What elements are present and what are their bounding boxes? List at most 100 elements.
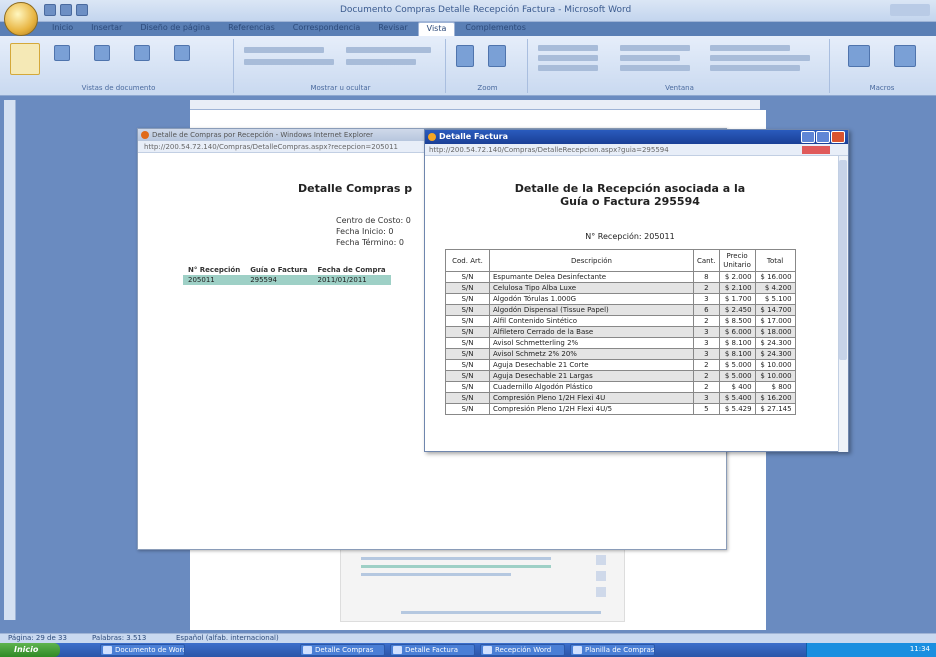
office-button[interactable] [4,2,38,36]
cell-precio: $ 2.100 [718,282,756,294]
cell-precio: $ 8.100 [718,348,756,360]
cell-cant: 3 [693,348,720,360]
tab-correspondencia[interactable]: Correspondencia [285,22,368,36]
full-screen-icon[interactable] [54,45,70,61]
cell-cod-art: S/N [445,271,490,283]
cell-cant: 2 [693,370,720,382]
window-option[interactable] [710,45,790,51]
side-by-side-button[interactable] [620,45,690,51]
taskbar-item[interactable]: Planilla de Compras [570,644,655,656]
cell-precio: $ 2.000 [718,271,756,283]
status-words[interactable]: Palabras: 3.513 [92,634,146,642]
redo-icon[interactable] [76,4,88,16]
cell-precio: $ 8.100 [718,337,756,349]
cell-total: $ 800 [754,381,796,393]
label-fecha-termino: Fecha Término: 0 [336,238,404,247]
cell-cod-art: S/N [445,293,490,305]
tab-revisar[interactable]: Revisar [370,22,415,36]
macros-icon[interactable] [894,45,916,67]
window-controls[interactable] [890,4,930,16]
cell-cod-art: S/N [445,381,490,393]
ribbon-group-mostrar: Mostrar u ocultar [236,39,446,93]
taskbar-item[interactable]: Detalle Compras [300,644,385,656]
window-option[interactable] [710,65,800,71]
web-layout-icon[interactable] [94,45,110,61]
zoom-100-icon[interactable] [488,45,506,67]
checkbox-mapa[interactable] [346,47,431,53]
clock[interactable]: 11:34 [910,645,930,653]
cell-cant: 8 [693,271,720,283]
taskbar-item[interactable]: Documento de Word [100,644,185,656]
zoom-icon[interactable] [456,45,474,67]
scrollbar-thumb[interactable] [839,160,847,360]
taskbar-item[interactable]: Detalle Factura [390,644,475,656]
maximize-icon[interactable] [816,131,830,143]
browser2-titlebar[interactable]: Detalle Factura [425,130,848,144]
status-language[interactable]: Español (alfab. internacional) [176,634,279,642]
checkbox-regla[interactable] [244,47,324,53]
table-row: S/N Alfiletero Cerrado de la Base 3 $ 6.000… [445,326,796,338]
cell-cod-art: S/N [445,392,490,404]
cell-total: $ 5.100 [754,293,796,305]
table-row: S/N Alfil Contenido Sintético 2 $ 8.500 $ 17… [445,315,796,327]
browser-window-detalle-factura[interactable]: Detalle Factura http://200.54.72.140/Com… [424,129,849,452]
new-window-button[interactable] [538,45,598,51]
table-line [401,611,601,614]
close-icon[interactable] [831,131,845,143]
draft-icon[interactable] [174,45,190,61]
save-icon[interactable] [44,4,56,16]
cell-descripcion: Cuadernillo Algodón Plástico [489,381,694,393]
cell-cant: 3 [693,293,720,305]
cell-precio: $ 5.000 [718,359,756,371]
table-line [361,573,511,576]
arrange-button[interactable] [538,55,598,61]
tab-diseno[interactable]: Diseño de página [132,22,218,36]
word-titlebar: Documento Compras Detalle Recepción Fact… [0,0,936,22]
taskbar-item[interactable]: Recepción Word [480,644,565,656]
reset-position-button[interactable] [620,65,690,71]
group-label: Ventana [665,84,694,92]
undo-icon[interactable] [60,4,72,16]
cell-descripcion: Espumante Delea Desinfectante [489,271,694,283]
browser1-table: N° Recepción Guía o Factura Fecha de Com… [183,265,391,285]
tab-insertar[interactable]: Insertar [83,22,130,36]
split-button[interactable] [538,65,598,71]
checkbox-cuadricula[interactable] [244,59,334,65]
cell-total: $ 16.200 [754,392,796,404]
switch-windows-icon[interactable] [848,45,870,67]
table-row: S/N Celulosa Tipo Alba Luxe 2 $ 2.100 $ 4.20… [445,282,796,294]
cell-cant: 3 [693,337,720,349]
table-row: S/N Cuadernillo Algodón Plástico 2 $ 400 $ 8… [445,381,796,393]
detalle-table: Cod. Art. Descripción Cant. Precio Unita… [445,249,796,415]
cell-total: $ 16.000 [754,271,796,283]
outline-icon[interactable] [134,45,150,61]
cell-cod-art: S/N [445,304,490,316]
start-button[interactable]: Inicio [0,643,60,657]
recepcion-number: N° Recepción: 205011 [585,232,675,241]
sync-scroll-button[interactable] [620,55,680,61]
cell-total: $ 27.145 [754,403,796,415]
cell-total: $ 24.300 [754,348,796,360]
table-line [361,565,551,568]
cell-cod-art: S/N [445,326,490,338]
cell-cod-art: S/N [445,337,490,349]
cell-guia[interactable]: 295594 [245,275,313,285]
window-option[interactable] [710,55,810,61]
status-page[interactable]: Página: 29 de 33 [8,634,67,642]
cell-cod-art: S/N [445,403,490,415]
cell-precio: $ 2.450 [718,304,756,316]
tab-referencias[interactable]: Referencias [220,22,283,36]
cell-recepcion[interactable]: 205011 [183,275,246,285]
print-layout-button[interactable] [10,43,40,75]
browser2-address-bar[interactable]: http://200.54.72.140/Compras/DetalleRece… [425,144,848,156]
cell-cant: 2 [693,359,720,371]
minimize-icon[interactable] [801,131,815,143]
tab-inicio[interactable]: Inicio [44,22,81,36]
checkbox-vistas[interactable] [346,59,416,65]
tab-vista[interactable]: Vista [417,22,456,36]
table-row[interactable]: 205011 295594 2011/01/2011 [183,275,391,285]
certificate-error-icon[interactable] [802,146,830,154]
tab-complementos[interactable]: Complementos [457,22,533,36]
browser2-window-controls [801,131,845,143]
table-row: S/N Algodón Tórulas 1.000G 3 $ 1.700 $ 5.100 [445,293,796,305]
